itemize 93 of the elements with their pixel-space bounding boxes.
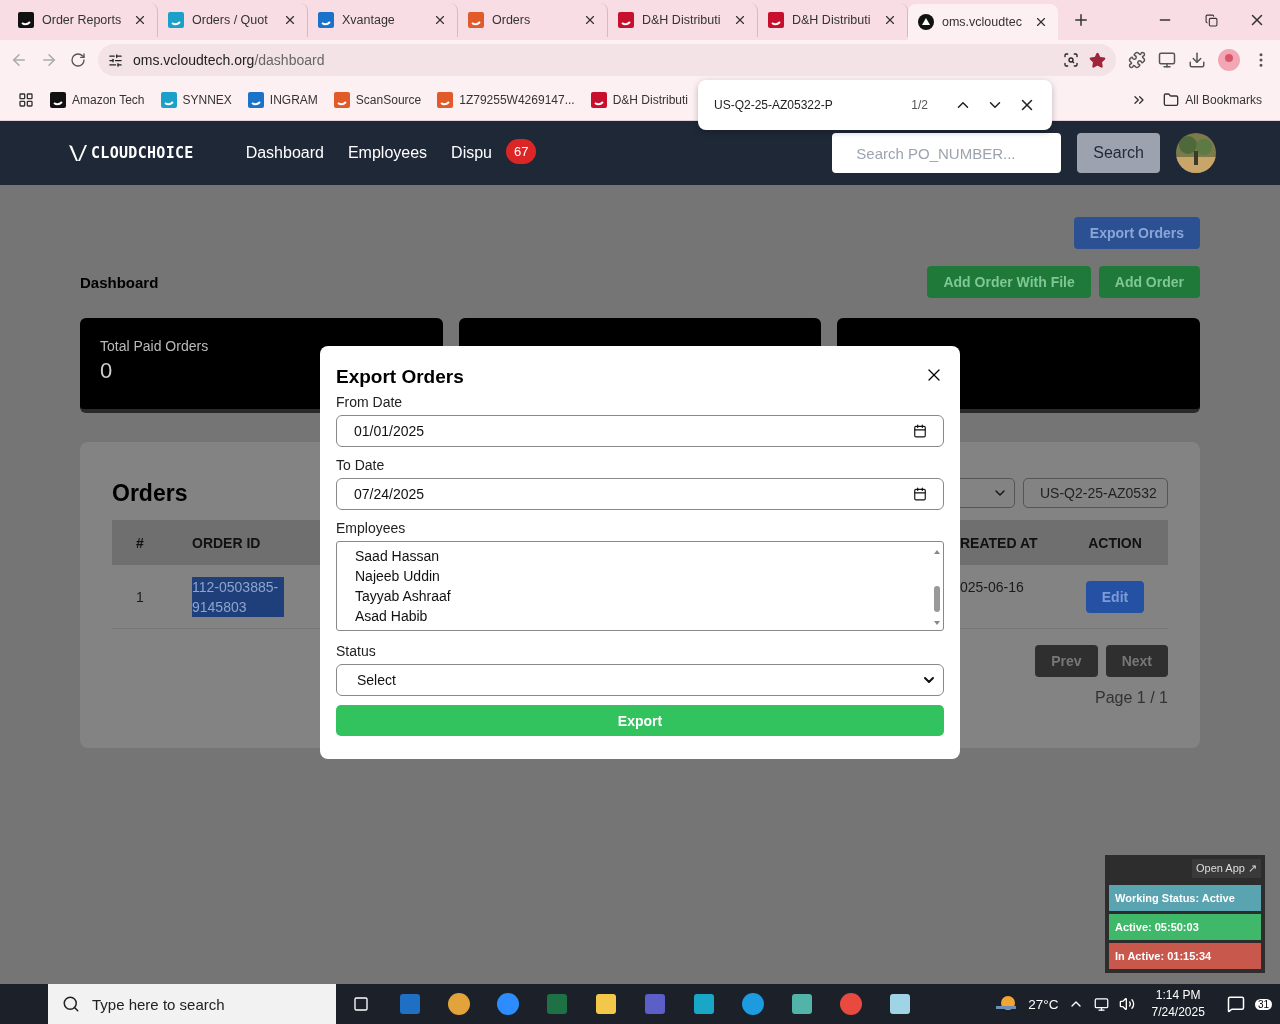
taskbar-search-field[interactable]: Type here to search: [48, 984, 336, 1024]
bookmark-link[interactable]: SYNNEX: [160, 92, 232, 108]
search-button[interactable]: Search: [1077, 133, 1160, 173]
browser-tab[interactable]: oms.vcloudtec: [908, 4, 1058, 40]
apps-icon[interactable]: [18, 92, 34, 108]
column-header: #: [112, 520, 168, 565]
site-favicon-icon: [18, 12, 34, 28]
volume-icon[interactable]: [1119, 996, 1136, 1012]
logo-text: CLOUDCHOICE: [91, 144, 194, 162]
close-icon[interactable]: [583, 13, 597, 27]
field-label: To Date: [336, 457, 386, 473]
site-favicon-icon: [590, 92, 607, 108]
panel-title: Orders: [112, 479, 188, 507]
close-icon[interactable]: [1034, 15, 1048, 29]
bookmark-link[interactable]: Amazon Tech: [50, 92, 145, 108]
dialog-title: Export Orders: [336, 366, 464, 388]
site-favicon-icon: [333, 92, 350, 108]
site-favicon-icon: [50, 92, 66, 108]
stat-label: Total Paid Orders: [100, 338, 210, 354]
order-id-text: 112-0503885-9145803: [192, 576, 284, 617]
table-cell: 1: [112, 565, 168, 629]
address-bar[interactable]: oms.vcloudtech.org/dashboard: [98, 44, 1116, 76]
notifications-icon[interactable]: [1226, 995, 1245, 1013]
bookmark-link[interactable]: 1Z79255W4269147...: [437, 92, 575, 108]
close-icon[interactable]: [883, 13, 897, 27]
employee-option[interactable]: Tayyab Ashraaf: [355, 586, 931, 606]
page-info: Page 1 / 1: [1095, 689, 1168, 707]
reload-icon[interactable]: [70, 52, 86, 68]
close-icon[interactable]: [433, 13, 447, 27]
field-label: Employees: [336, 520, 407, 536]
site-favicon-icon: [318, 12, 334, 28]
browser-tab[interactable]: D&H Distributi: [608, 3, 758, 37]
employee-option[interactable]: Saad Hassan: [355, 546, 931, 566]
site-info-icon[interactable]: [108, 52, 123, 68]
nav-link[interactable]: Dashboard: [245, 144, 324, 162]
close-icon[interactable]: [283, 13, 297, 27]
status-row: Working Status: Active: [1109, 885, 1261, 911]
date-field[interactable]: 07/24/2025: [336, 478, 944, 510]
nav-link[interactable]: Employees: [347, 144, 428, 162]
employee-list[interactable]: Saad Hassan Najeeb Uddin Tayyab Ashraaf Asad Habib: [336, 541, 944, 631]
status-row: In Active: 01:15:34: [1109, 943, 1261, 969]
count-badge: 67: [506, 138, 537, 164]
page-title: Dashboard: [80, 273, 159, 291]
match-count: 1/2: [911, 98, 928, 112]
logo-mark-icon: [68, 144, 88, 162]
site-favicon-icon: [768, 12, 784, 28]
site-favicon-icon: [160, 92, 177, 108]
field-label: Status: [336, 643, 377, 659]
bookmark-link[interactable]: ScanSource: [333, 92, 422, 108]
created-at-text: 025-06-16: [960, 577, 1024, 597]
page-search-icon[interactable]: [1063, 52, 1079, 68]
open-app-link[interactable]: Open App ↗: [1192, 859, 1261, 878]
bookmark-star-icon[interactable]: [1089, 51, 1106, 69]
notification-count: 31: [1254, 998, 1272, 1010]
restore-icon[interactable]: [1204, 13, 1218, 27]
employee-option[interactable]: Najeeb Uddin: [355, 566, 931, 586]
status-select[interactable]: Select: [336, 664, 944, 696]
close-icon[interactable]: [133, 13, 147, 27]
browser-tab[interactable]: Orders / Quot: [158, 3, 308, 37]
new-tab-icon[interactable]: [1072, 11, 1090, 29]
clock-text[interactable]: 1:14 PM 7/24/2025: [1151, 987, 1205, 1021]
browser-tab[interactable]: Order Reports: [8, 3, 158, 37]
site-favicon-icon: [437, 92, 454, 108]
site-favicon-icon: [247, 92, 264, 108]
status-row: Active: 05:50:03: [1109, 914, 1261, 940]
find-query-text[interactable]: US-Q2-25-AZ05322-P: [714, 98, 898, 112]
site-favicon-icon: [468, 12, 484, 28]
stat-value: 0: [100, 358, 113, 384]
download-icon[interactable]: [1188, 51, 1206, 69]
folder-icon[interactable]: [1163, 92, 1180, 108]
extensions-icon[interactable]: [1128, 51, 1146, 69]
temperature-text: 27°C: [1028, 996, 1059, 1012]
calendar-icon[interactable]: [913, 424, 927, 438]
bookmark-link[interactable]: INGRAM: [247, 92, 318, 108]
column-header: ACTION: [1062, 520, 1168, 565]
site-favicon-icon: [618, 12, 634, 28]
field-label: From Date: [336, 394, 404, 410]
profile-avatar-icon[interactable]: [1218, 49, 1240, 71]
order-search-field[interactable]: US-Q2-25-AZ0532: [1023, 478, 1168, 508]
all-bookmarks-link[interactable]: All Bookmarks: [1185, 93, 1262, 107]
url-text: oms.vcloudtech.org/dashboard: [133, 52, 326, 68]
bookmark-link[interactable]: D&H Distributi: [590, 92, 688, 108]
site-favicon-icon: [168, 12, 184, 28]
calendar-icon[interactable]: [913, 487, 927, 501]
search-icon: [62, 995, 80, 1013]
browser-tab[interactable]: D&H Distributi: [758, 3, 908, 37]
browser-tab[interactable]: Orders: [458, 3, 608, 37]
close-icon[interactable]: [733, 13, 747, 27]
browser-tab[interactable]: Xvantage: [308, 3, 458, 37]
site-favicon-icon: [918, 14, 934, 30]
date-field[interactable]: 01/01/2025: [336, 415, 944, 447]
nav-link[interactable]: Dispu: [451, 144, 492, 162]
employee-option[interactable]: Asad Habib: [355, 606, 931, 626]
